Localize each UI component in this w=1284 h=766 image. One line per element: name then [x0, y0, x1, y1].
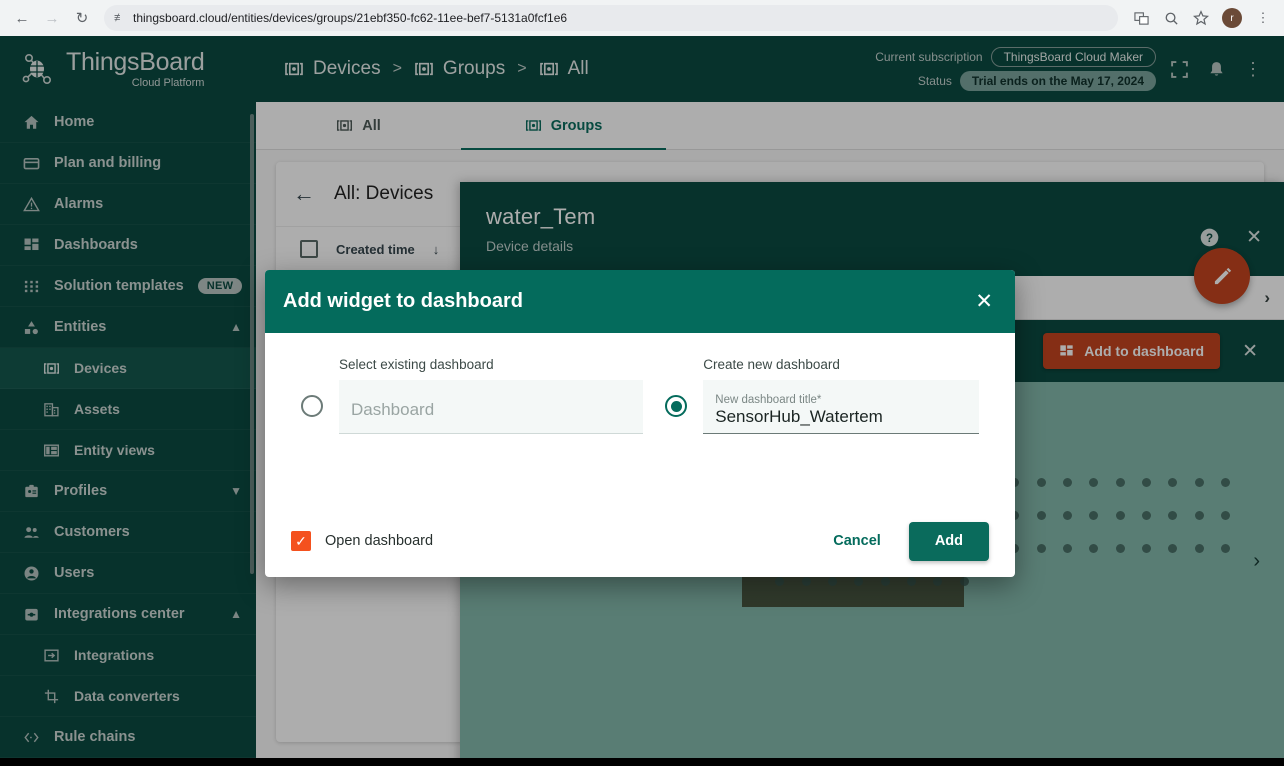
new-dashboard-field: Create new dashboard New dashboard title…	[703, 357, 979, 434]
back-arrow-icon[interactable]: ←	[8, 4, 36, 32]
dialog-actions: Cancel Add	[821, 521, 989, 561]
new-dashboard-title-value: SensorHub_Watertem	[715, 406, 883, 426]
add-button[interactable]: Add	[908, 521, 989, 561]
translate-icon[interactable]	[1128, 5, 1154, 31]
browser-toolbar: ← → ↻ ≢ thingsboard.cloud/entities/devic…	[0, 0, 1284, 36]
new-dashboard-title-label: New dashboard title*	[715, 393, 822, 406]
existing-dashboard-field: Select existing dashboard Dashboard	[339, 357, 644, 434]
dashboard-select[interactable]: Dashboard	[339, 380, 644, 434]
dialog-header: Add widget to dashboard ✕	[265, 270, 1015, 333]
cancel-button[interactable]: Cancel	[821, 524, 893, 558]
star-icon[interactable]	[1188, 5, 1214, 31]
new-dashboard-title-input[interactable]: New dashboard title* SensorHub_Watertem	[703, 380, 979, 434]
existing-dashboard-caption: Select existing dashboard	[339, 357, 494, 372]
dashboard-select-placeholder: Dashboard	[351, 400, 435, 419]
open-dashboard-checkbox[interactable]: ✓	[291, 531, 311, 551]
app-viewport: ThingsBoard Cloud Platform Home Plan and…	[0, 36, 1284, 758]
browser-action-icons: r ⋮	[1128, 5, 1276, 31]
reload-icon[interactable]: ↻	[68, 4, 96, 32]
site-settings-icon[interactable]: ≢	[114, 12, 125, 24]
kebab-menu-icon[interactable]: ⋮	[1250, 5, 1276, 31]
dialog-body: Select existing dashboard Dashboard Crea…	[265, 333, 1015, 434]
new-dashboard-group: Create new dashboard New dashboard title…	[665, 357, 979, 434]
new-dashboard-caption: Create new dashboard	[703, 357, 840, 372]
address-bar[interactable]: ≢ thingsboard.cloud/entities/devices/gro…	[104, 5, 1118, 31]
avatar[interactable]: r	[1222, 8, 1242, 28]
radio-existing-dashboard[interactable]	[301, 395, 323, 417]
existing-dashboard-group: Select existing dashboard Dashboard	[301, 357, 644, 434]
address-bar-url: thingsboard.cloud/entities/devices/group…	[133, 11, 568, 25]
dialog-title: Add widget to dashboard	[283, 290, 523, 312]
add-widget-dialog: Add widget to dashboard ✕ Select existin…	[265, 270, 1015, 577]
open-dashboard-label: Open dashboard	[325, 533, 434, 549]
radio-create-new-dashboard[interactable]	[665, 395, 688, 417]
forward-arrow-icon[interactable]: →	[38, 4, 66, 32]
dialog-footer: ✓ Open dashboard Cancel Add	[265, 505, 1015, 577]
close-icon[interactable]: ✕	[975, 289, 993, 314]
zoom-icon[interactable]	[1158, 5, 1184, 31]
